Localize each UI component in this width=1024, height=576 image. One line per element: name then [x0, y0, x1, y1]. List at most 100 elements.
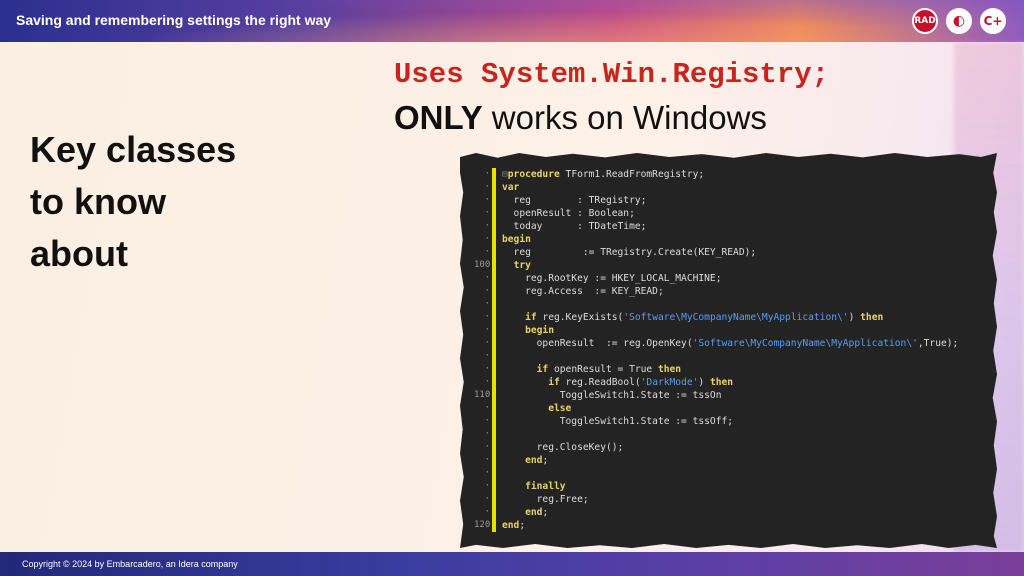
line-number: · [484, 364, 490, 374]
code-line: · finally [474, 480, 994, 493]
code-token: openResult = True [548, 364, 658, 375]
code-text: end; [502, 454, 548, 467]
code-token: reg.Access := KEY_READ; [502, 286, 664, 297]
line-number: 100 [474, 260, 491, 270]
line-number: · [484, 286, 490, 296]
heading-line-2: to know [30, 181, 166, 222]
code-text: if reg.KeyExists('Software\MyCompanyName… [502, 311, 883, 324]
line-number: · [484, 273, 490, 283]
only-emphasis: ONLY [394, 99, 483, 136]
code-line: · if reg.ReadBool('DarkMode') then [474, 376, 994, 389]
code-token: ; [542, 507, 549, 518]
code-token: ToggleSwitch1.State := tssOff; [502, 416, 734, 427]
code-text: begin [502, 324, 554, 337]
modified-line-marker [492, 337, 496, 350]
heading-line-3: about [30, 233, 128, 274]
code-token: today : TDateTime; [502, 221, 647, 232]
line-number: · [484, 442, 490, 452]
code-line: 100 try [474, 259, 994, 272]
code-token: openResult : Boolean; [502, 208, 635, 219]
code-line: · reg.RootKey := HKEY_LOCAL_MACHINE; [474, 272, 994, 285]
code-line: · [474, 298, 994, 311]
code-text: finally [502, 480, 566, 493]
modified-line-marker [492, 428, 496, 441]
code-text: if reg.ReadBool('DarkMode') then [502, 376, 733, 389]
top-banner: Saving and remembering settings the righ… [0, 0, 1024, 42]
line-number: · [484, 182, 490, 192]
code-line: · end; [474, 506, 994, 519]
modified-line-marker [492, 415, 496, 428]
heading-line-1: Key classes [30, 129, 237, 170]
code-text: reg.CloseKey(); [502, 441, 624, 454]
code-line: · begin [474, 233, 994, 246]
code-token: reg.ReadBool( [559, 377, 641, 388]
keyword-token: then [860, 312, 884, 323]
modified-line-marker [492, 259, 496, 272]
code-listing: · ⊟procedure TForm1.ReadFromRegistry; · var… [474, 168, 994, 532]
code-token: ToggleSwitch1.State := tssOn [502, 390, 722, 401]
code-line: · reg.Free; [474, 493, 994, 506]
code-text: today : TDateTime; [502, 220, 647, 233]
modified-line-marker [492, 285, 496, 298]
line-number: · [484, 325, 490, 335]
code-text: var [502, 181, 519, 194]
modified-line-marker [492, 519, 496, 532]
modified-line-marker [492, 376, 496, 389]
code-line: · var [474, 181, 994, 194]
code-text: else [502, 402, 571, 415]
code-text: end; [502, 506, 548, 519]
string-token: 'Software\MyCompanyName\MyApplication\' [692, 338, 918, 349]
line-number: · [484, 494, 490, 504]
modified-line-marker [492, 324, 496, 337]
keyword-token: try [513, 260, 531, 271]
code-line: 120 end; [474, 519, 994, 532]
keyword-token: end [525, 455, 543, 466]
code-line: · reg.Access := KEY_READ; [474, 285, 994, 298]
code-line: · begin [474, 324, 994, 337]
code-line: · [474, 467, 994, 480]
line-number: · [484, 468, 490, 478]
keyword-token: finally [525, 481, 566, 492]
line-number: · [484, 481, 490, 491]
modified-line-marker [492, 506, 496, 519]
modified-line-marker [492, 467, 496, 480]
keyword-token: if [525, 312, 537, 323]
slide-header-title: Saving and remembering settings the righ… [16, 12, 332, 28]
code-text: reg.Free; [502, 493, 589, 506]
modified-line-marker [492, 194, 496, 207]
delphi-logo-icon: ◐ [946, 8, 972, 34]
code-line: · end; [474, 454, 994, 467]
code-token: TForm1.ReadFromRegistry; [559, 169, 705, 180]
modified-line-marker [492, 311, 496, 324]
code-text: reg.Access := KEY_READ; [502, 285, 664, 298]
code-line: 110 ToggleSwitch1.State := tssOn [474, 389, 994, 402]
modified-line-marker [492, 246, 496, 259]
key-classes-heading: Key classes to know about [30, 124, 330, 280]
code-line: · else [474, 402, 994, 415]
line-number: 120 [474, 520, 491, 530]
modified-line-marker [492, 493, 496, 506]
copyright-text: Copyright © 2024 by Embarcadero, an Ider… [22, 559, 238, 569]
modified-line-marker [492, 363, 496, 376]
uses-registry-line: Uses System.Win.Registry; [394, 58, 830, 91]
code-text: ⊟procedure TForm1.ReadFromRegistry; [502, 168, 704, 181]
line-number: · [484, 377, 490, 387]
keyword-token: else [548, 403, 572, 414]
string-token: 'Software\MyCompanyName\MyApplication\' [623, 312, 849, 323]
code-line: · openResult : Boolean; [474, 207, 994, 220]
code-token: ; [542, 455, 549, 466]
keyword-token: end [525, 507, 543, 518]
string-token: 'DarkMode' [640, 377, 699, 388]
code-text: reg.RootKey := HKEY_LOCAL_MACHINE; [502, 272, 721, 285]
code-token: reg.KeyExists( [536, 312, 624, 323]
keyword-token: then [657, 364, 682, 375]
code-line: · ⊟procedure TForm1.ReadFromRegistry; [474, 168, 994, 181]
code-text: ToggleSwitch1.State := tssOn [502, 389, 722, 402]
modified-line-marker [492, 181, 496, 194]
